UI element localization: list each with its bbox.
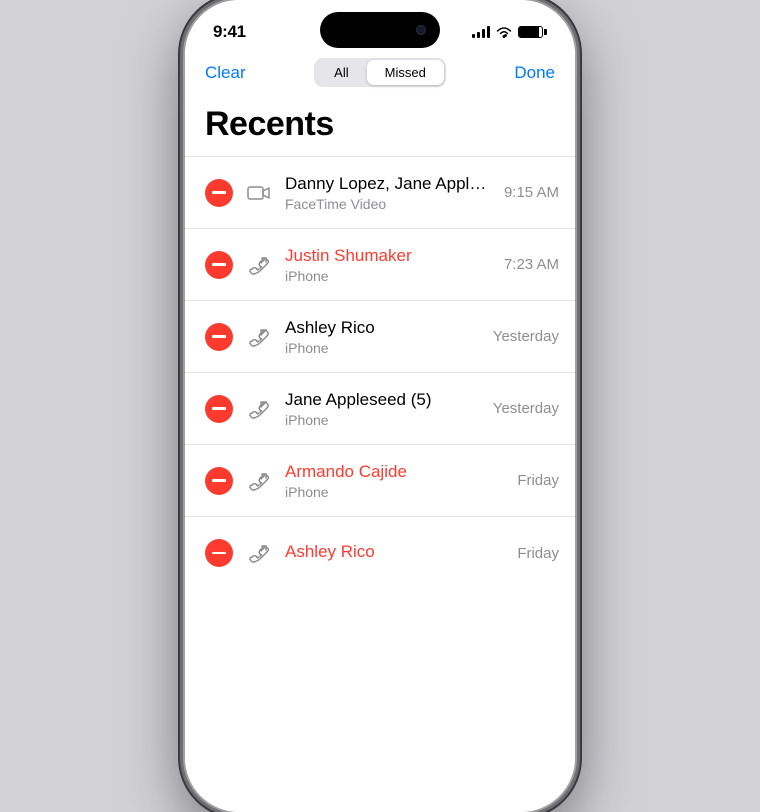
battery-icon (518, 26, 547, 38)
battery-tip (544, 29, 547, 35)
call-info: Ashley Rico iPhone (285, 318, 481, 356)
call-info: Armando Cajide iPhone (285, 462, 505, 500)
delete-button[interactable] (205, 539, 233, 567)
phone-missed-icon (245, 539, 273, 567)
phone-incoming-icon (245, 395, 273, 423)
status-icons (472, 26, 547, 38)
call-subtype: FaceTime Video (285, 196, 492, 212)
call-name: Jane Appleseed (5) (285, 390, 481, 410)
phone-missed-icon (245, 467, 273, 495)
call-name: Armando Cajide (285, 462, 505, 482)
status-bar: 9:41 (185, 0, 575, 50)
call-time: 9:15 AM (504, 184, 559, 201)
signal-bar-2 (477, 32, 480, 38)
call-info: Jane Appleseed (5) iPhone (285, 390, 481, 428)
call-subtype: iPhone (285, 484, 505, 500)
segment-all[interactable]: All (316, 60, 366, 85)
segment-missed[interactable]: Missed (367, 60, 444, 85)
status-time: 9:41 (213, 22, 246, 42)
call-subtype: iPhone (285, 268, 492, 284)
dynamic-island (320, 12, 440, 48)
signal-bar-1 (472, 34, 475, 38)
call-name: Justin Shumaker (285, 246, 492, 266)
nav-bar: Clear All Missed Done (185, 50, 575, 97)
call-row[interactable]: Justin Shumaker iPhone 7:23 AM (185, 229, 575, 301)
call-row[interactable]: Danny Lopez, Jane Appleseed FaceTime Vid… (185, 157, 575, 229)
call-list: Danny Lopez, Jane Appleseed FaceTime Vid… (185, 157, 575, 589)
screen: 9:41 (185, 0, 575, 812)
phone-incoming-icon (245, 323, 273, 351)
call-time: Yesterday (493, 400, 559, 417)
phone-missed-icon (245, 251, 273, 279)
call-name: Ashley Rico (285, 542, 505, 562)
call-name: Danny Lopez, Jane Appleseed (285, 174, 492, 194)
delete-button[interactable] (205, 179, 233, 207)
delete-button[interactable] (205, 467, 233, 495)
call-row[interactable]: Ashley Rico iPhone Yesterday (185, 301, 575, 373)
done-button[interactable]: Done (514, 63, 555, 83)
call-time: Yesterday (493, 328, 559, 345)
clear-button[interactable]: Clear (205, 63, 246, 83)
delete-button[interactable] (205, 323, 233, 351)
signal-bar-3 (482, 29, 485, 38)
call-row[interactable]: Ashley Rico Friday (185, 517, 575, 589)
call-info: Ashley Rico (285, 542, 505, 564)
signal-icon (472, 26, 490, 38)
call-time: Friday (517, 472, 559, 489)
call-name: Ashley Rico (285, 318, 481, 338)
delete-button[interactable] (205, 251, 233, 279)
facetime-video-icon (245, 179, 273, 207)
battery-body (518, 26, 543, 38)
call-subtype: iPhone (285, 340, 481, 356)
call-row[interactable]: Jane Appleseed (5) iPhone Yesterday (185, 373, 575, 445)
call-row[interactable]: Armando Cajide iPhone Friday (185, 445, 575, 517)
call-info: Danny Lopez, Jane Appleseed FaceTime Vid… (285, 174, 492, 212)
battery-fill (519, 27, 539, 37)
page-title: Recents (185, 97, 575, 156)
call-time: 7:23 AM (504, 256, 559, 273)
call-info: Justin Shumaker iPhone (285, 246, 492, 284)
island-camera (416, 25, 426, 35)
wifi-icon (496, 26, 512, 38)
signal-bar-4 (487, 26, 490, 38)
call-subtype: iPhone (285, 412, 481, 428)
delete-button[interactable] (205, 395, 233, 423)
segment-control: All Missed (314, 58, 446, 87)
phone-frame: 9:41 (185, 0, 575, 812)
call-time: Friday (517, 545, 559, 562)
